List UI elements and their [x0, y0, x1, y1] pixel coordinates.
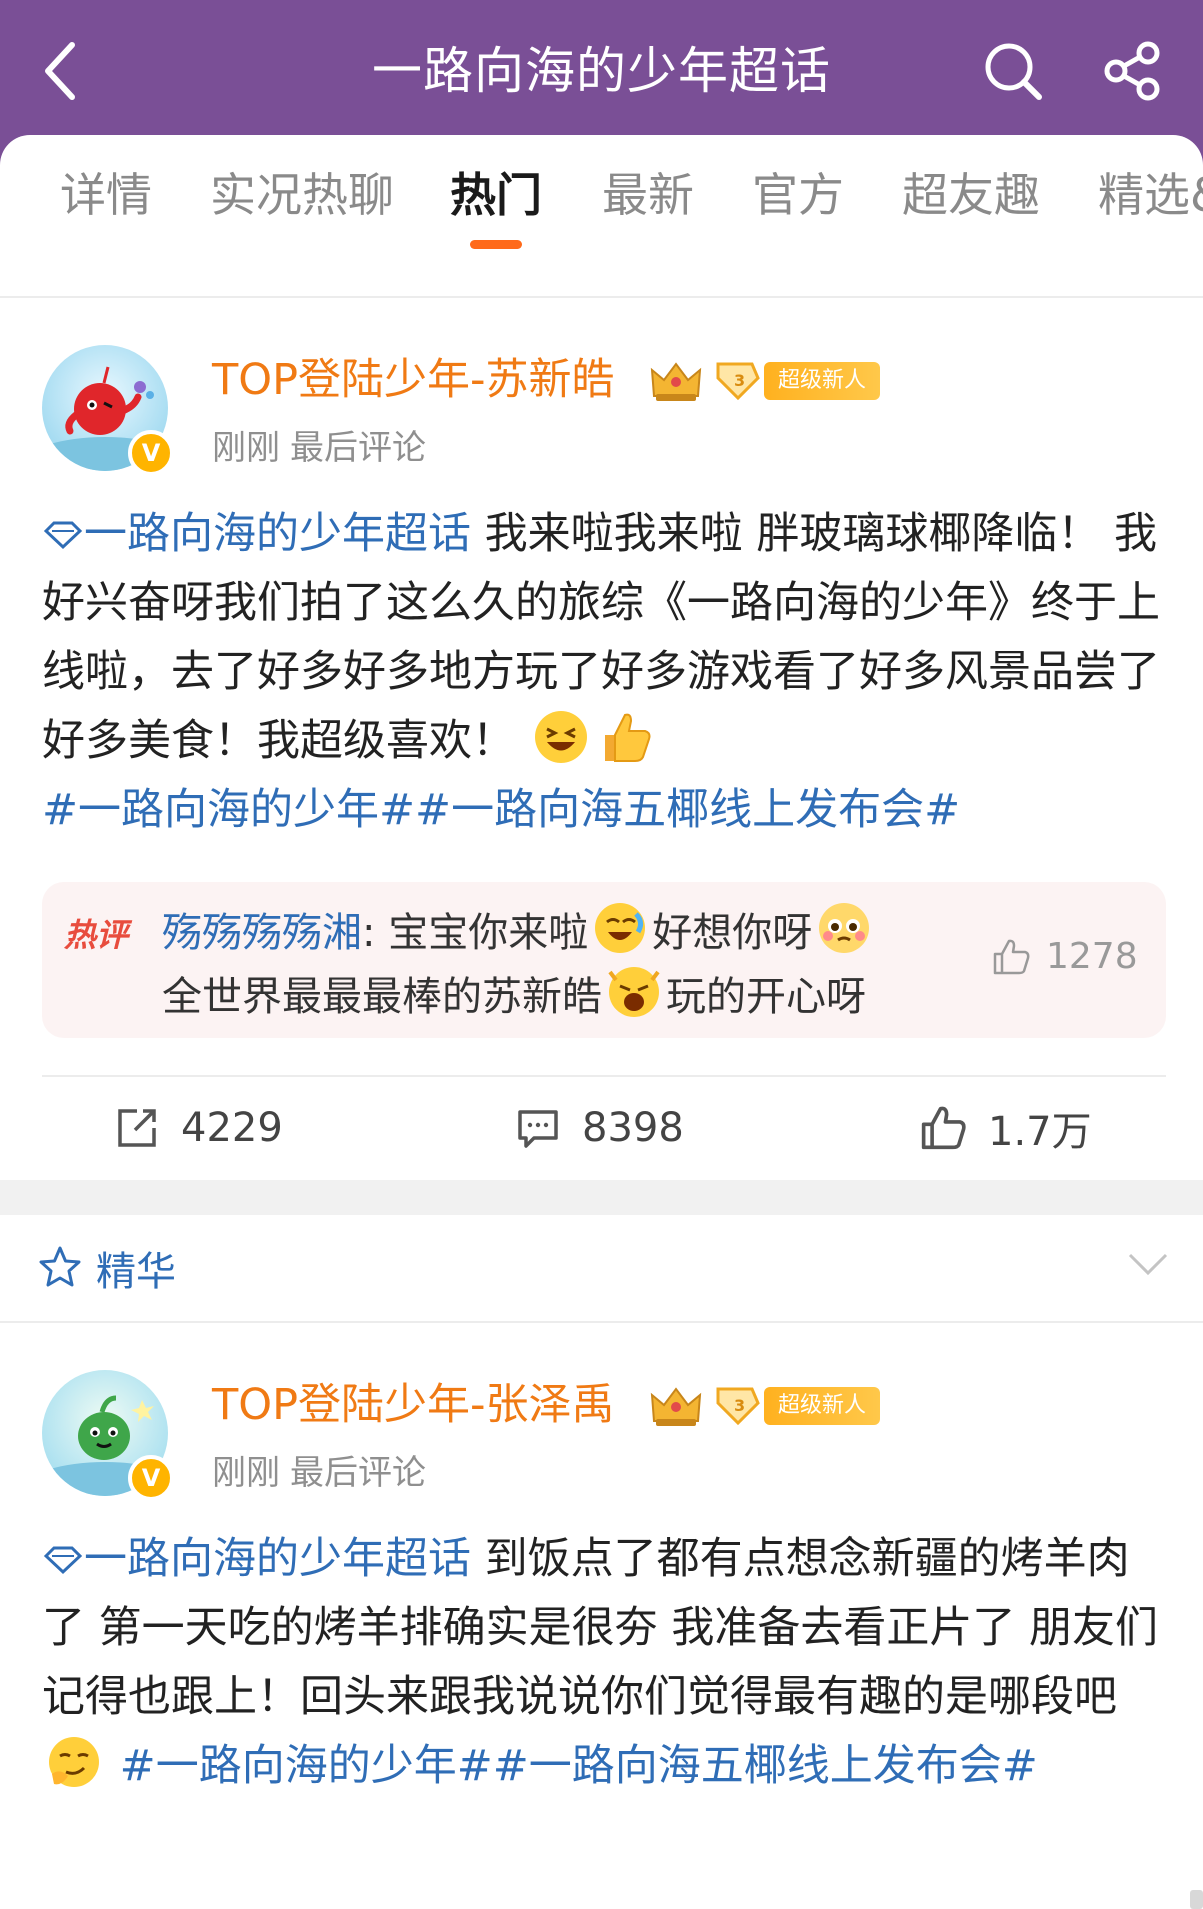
post-meta: 刚刚 最后评论 [212, 420, 426, 469]
hashtag-links[interactable]: #一路向海的少年##一路向海五椰线上发布会# [42, 785, 960, 835]
featured-section-header[interactable]: 精华 [0, 1215, 1203, 1323]
post-time: 刚刚 [212, 428, 280, 468]
pleading-emoji-icon [819, 903, 870, 953]
tab-latest[interactable]: 最新 [602, 165, 694, 225]
like-count: 1.7万 [988, 1109, 1092, 1155]
star-icon [39, 1246, 81, 1287]
thumbs-up-icon [993, 939, 1030, 974]
repost-count: 4229 [181, 1105, 283, 1151]
super-newbie-badge: 超级新人 [764, 1387, 881, 1425]
post-body: 一路向海的少年超话 到饭点了都有点想念新疆的烤羊肉了 第一天吃的烤羊排确实是很夯… [42, 1525, 1172, 1801]
hot-comment-like-count: 1278 [1046, 936, 1138, 977]
crown-icon [650, 362, 702, 401]
diamond-icon [43, 521, 83, 550]
hot-comment-badge: 热评 [64, 916, 129, 954]
section-label: 精华 [96, 1249, 176, 1295]
share-icon [1104, 41, 1160, 101]
divider [42, 1075, 1166, 1077]
active-tab-indicator [470, 240, 522, 249]
super-newbie-badge: 超级新人 [764, 362, 881, 400]
post-meta: 刚刚 最后评论 [212, 1445, 426, 1494]
level-badge-icon: 3 [716, 362, 760, 401]
search-icon [985, 43, 1042, 100]
hot-comment-text: 殇殇殇殇湘: 宝宝你来啦 好想你呀 全世界最最最棒的苏新皓 玩的开心呀 [162, 900, 962, 1028]
post-body: 一路向海的少年超话 我来啦我来啦 胖玻璃球椰降临！ 我好兴奋呀我们拍了这么久的旅… [42, 500, 1172, 845]
chevron-down-icon[interactable] [1126, 1249, 1170, 1279]
post-meta-suffix: 最后评论 [290, 1453, 426, 1493]
tab-featured[interactable]: 精选& [1098, 165, 1203, 225]
excited-emoji-icon [608, 967, 660, 1017]
crown-icon [650, 1387, 702, 1426]
laughing-emoji-icon [534, 711, 587, 763]
like-button[interactable]: 1.7万 [920, 1098, 1092, 1158]
post-meta-suffix: 最后评论 [290, 428, 426, 468]
hashtag-links[interactable]: #一路向海的少年##一路向海五椰线上发布会# [120, 1741, 1038, 1791]
verified-badge-icon: V [128, 1455, 174, 1501]
tab-bar: 详情 实况热聊 热门 最新 官方 超友趣 精选& [0, 135, 1203, 253]
crying-laugh-emoji-icon [595, 903, 646, 953]
scrolled-content-edge [0, 253, 1203, 298]
post-username[interactable]: TOP登陆少年-张泽禹 [212, 1377, 615, 1433]
svg-text:3: 3 [734, 371, 745, 390]
search-button[interactable] [978, 36, 1048, 106]
comment-button[interactable]: 8398 [516, 1098, 684, 1158]
smug-emoji-icon [49, 1737, 99, 1787]
hot-comment-line1a: 宝宝你来啦 [388, 910, 589, 956]
hot-comment-line1b: 好想你呀 [652, 910, 813, 956]
tab-official[interactable]: 官方 [752, 165, 844, 225]
hot-comment-author[interactable]: 殇殇殇殇湘 [162, 910, 362, 956]
tab-hot[interactable]: 热门 [450, 165, 542, 225]
scrollbar-thumb[interactable] [1190, 1890, 1203, 1909]
tab-live-chat[interactable]: 实况热聊 [210, 165, 394, 225]
like-icon [921, 1106, 966, 1150]
verified-badge-icon: V [128, 430, 174, 476]
tab-details[interactable]: 详情 [60, 165, 152, 225]
supertopic-link[interactable]: 一路向海的少年超话 [42, 509, 471, 559]
hot-comment-line2b: 玩的开心呀 [666, 974, 866, 1020]
repost-icon [118, 1109, 156, 1147]
repost-button[interactable]: 4229 [115, 1098, 283, 1158]
colon-separator: : [362, 910, 389, 956]
thumbs-up-emoji-icon [604, 713, 651, 762]
comment-icon [518, 1110, 558, 1148]
post-username[interactable]: TOP登陆少年-苏新皓 [212, 352, 615, 408]
level-badge-icon: 3 [716, 1387, 760, 1426]
supertopic-link[interactable]: 一路向海的少年超话 [42, 1534, 471, 1584]
share-button[interactable] [1098, 36, 1168, 106]
svg-text:3: 3 [734, 1396, 745, 1415]
hot-comment-line2a: 全世界最最最棒的苏新皓 [162, 974, 602, 1020]
post-time: 刚刚 [212, 1453, 280, 1493]
hot-comment-card[interactable]: 热评 殇殇殇殇湘: 宝宝你来啦 好想你呀 全世界最最最棒的苏新皓 玩的开心呀 127… [42, 882, 1166, 1038]
section-gap [0, 1180, 1203, 1215]
hot-comment-like-button[interactable]: 1278 [992, 936, 1138, 977]
tab-super-fun[interactable]: 超友趣 [902, 165, 1040, 225]
comment-count: 8398 [582, 1105, 684, 1151]
diamond-icon [43, 1546, 83, 1575]
